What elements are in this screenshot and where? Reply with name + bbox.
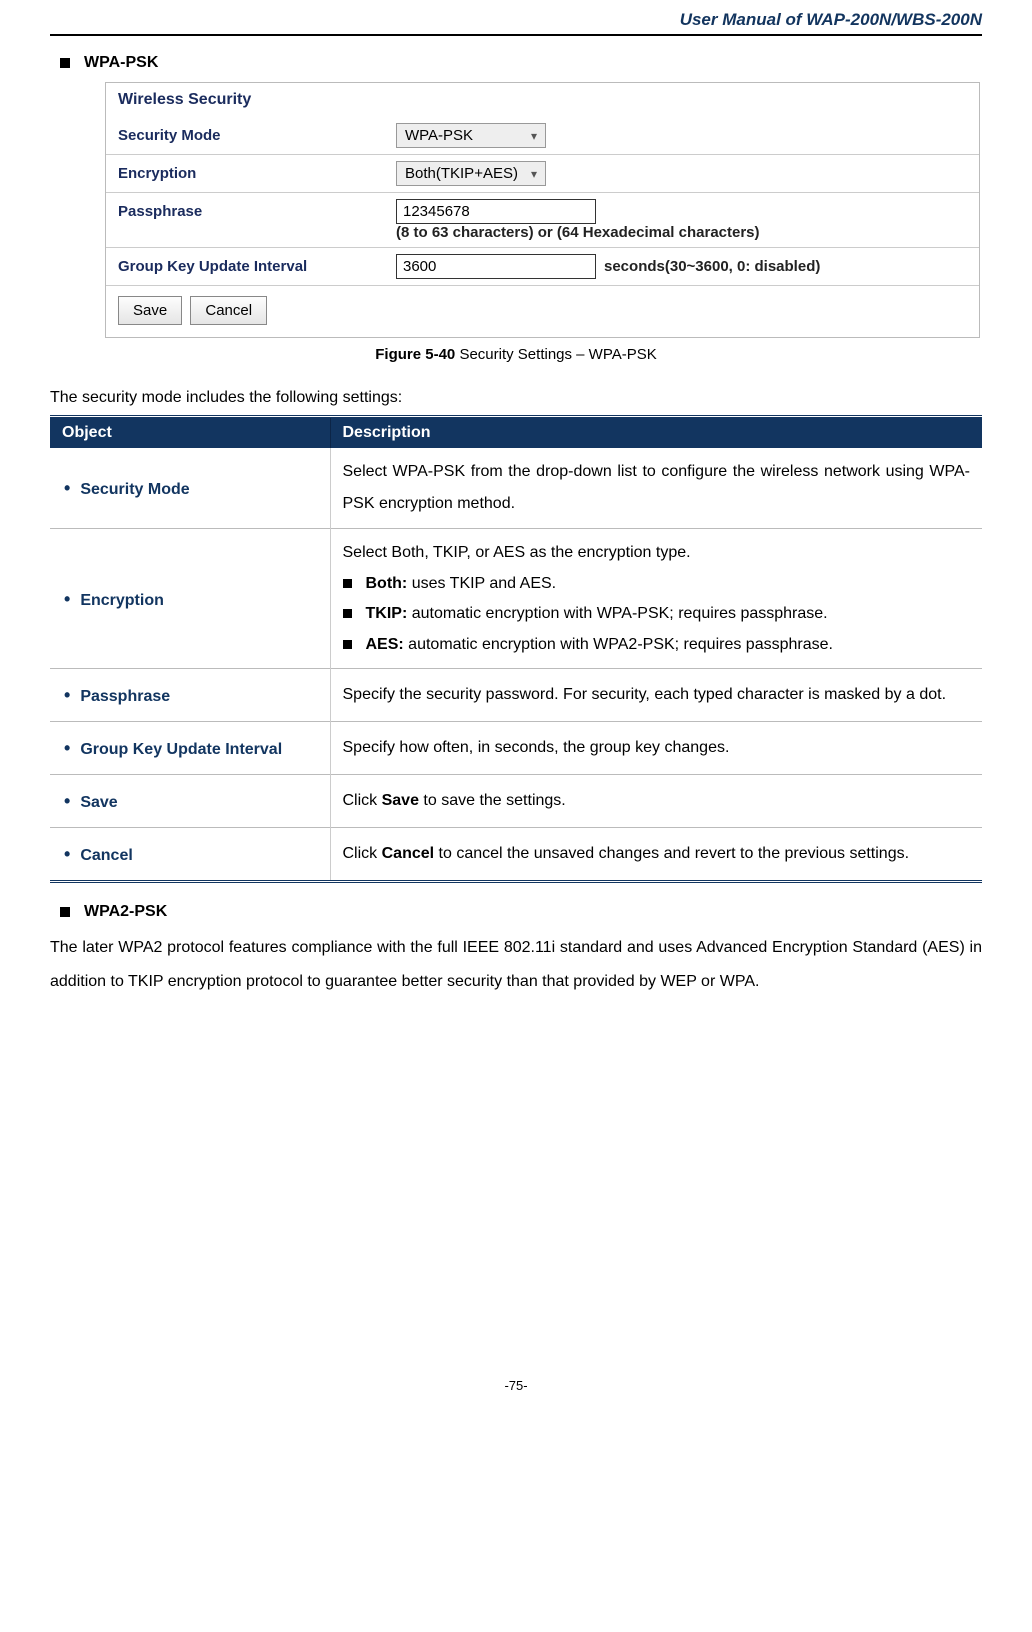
row-object-cancel: Cancel — [62, 847, 133, 864]
heading-text: WPA2-PSK — [84, 903, 167, 921]
col-header-object: Object — [50, 417, 330, 449]
square-bullet-icon — [343, 640, 352, 649]
input-group-key[interactable] — [396, 254, 596, 279]
tkip-label: TKIP: — [366, 605, 408, 622]
intro-text: The security mode includes the following… — [50, 389, 982, 407]
square-bullet-icon — [60, 907, 70, 917]
square-bullet-icon — [343, 579, 352, 588]
figure-caption: Figure 5-40 Security Settings – WPA-PSK — [50, 346, 982, 363]
screenshot-wireless-security: Wireless Security Security Mode WPA-PSK … — [105, 82, 980, 338]
row-object-group-key: Group Key Update Interval — [62, 741, 282, 758]
row-desc-cancel: Click Cancel to cancel the unsaved chang… — [330, 828, 982, 882]
caption-text: Security Settings – WPA-PSK — [455, 346, 656, 363]
section-heading-wpa-psk: WPA-PSK — [60, 54, 982, 72]
suffix-group-key: seconds(30~3600, 0: disabled) — [604, 258, 820, 275]
label-encryption: Encryption — [106, 155, 386, 192]
select-encryption-value: Both(TKIP+AES) — [405, 165, 518, 182]
save-button[interactable]: Save — [118, 296, 182, 325]
page-number: -75- — [50, 1378, 982, 1393]
select-encryption[interactable]: Both(TKIP+AES) ▾ — [396, 161, 546, 186]
caption-number: Figure 5-40 — [375, 346, 455, 363]
row-desc-security-mode: Select WPA-PSK from the drop-down list t… — [330, 448, 982, 529]
settings-description-table: Object Description Security Mode Select … — [50, 415, 982, 883]
panel-title: Wireless Security — [106, 83, 979, 117]
row-object-save: Save — [62, 794, 118, 811]
heading-text: WPA-PSK — [84, 54, 158, 72]
wpa2-paragraph: The later WPA2 protocol features complia… — [50, 931, 982, 998]
both-label: Both: — [366, 575, 408, 592]
square-bullet-icon — [60, 58, 70, 68]
row-desc-passphrase: Specify the security password. For secur… — [330, 669, 982, 722]
row-desc-save: Click Save to save the settings. — [330, 775, 982, 828]
page-header: User Manual of WAP-200N/WBS-200N — [50, 0, 982, 36]
select-security-mode-value: WPA-PSK — [405, 127, 473, 144]
cancel-button[interactable]: Cancel — [190, 296, 267, 325]
row-object-passphrase: Passphrase — [62, 688, 170, 705]
select-security-mode[interactable]: WPA-PSK ▾ — [396, 123, 546, 148]
both-text: uses TKIP and AES. — [407, 575, 556, 592]
input-passphrase[interactable] — [396, 199, 596, 224]
chevron-down-icon: ▾ — [531, 167, 537, 181]
row-desc-group-key: Specify how often, in seconds, the group… — [330, 722, 982, 775]
aes-text: automatic encryption with WPA2-PSK; requ… — [404, 636, 833, 653]
encryption-lead: Select Both, TKIP, or AES as the encrypt… — [343, 537, 971, 569]
aes-label: AES: — [366, 636, 404, 653]
label-passphrase: Passphrase — [106, 193, 386, 247]
chevron-down-icon: ▾ — [531, 129, 537, 143]
row-object-security-mode: Security Mode — [62, 481, 190, 498]
section-heading-wpa2-psk: WPA2-PSK — [60, 903, 982, 921]
tkip-text: automatic encryption with WPA-PSK; requi… — [407, 605, 827, 622]
square-bullet-icon — [343, 609, 352, 618]
row-desc-encryption: Select Both, TKIP, or AES as the encrypt… — [330, 529, 982, 669]
label-security-mode: Security Mode — [106, 117, 386, 154]
hint-passphrase: (8 to 63 characters) or (64 Hexadecimal … — [396, 224, 969, 241]
label-group-key: Group Key Update Interval — [106, 248, 386, 285]
col-header-description: Description — [330, 417, 982, 449]
manual-title: User Manual of WAP-200N/WBS-200N — [680, 10, 982, 29]
row-object-encryption: Encryption — [62, 592, 164, 609]
